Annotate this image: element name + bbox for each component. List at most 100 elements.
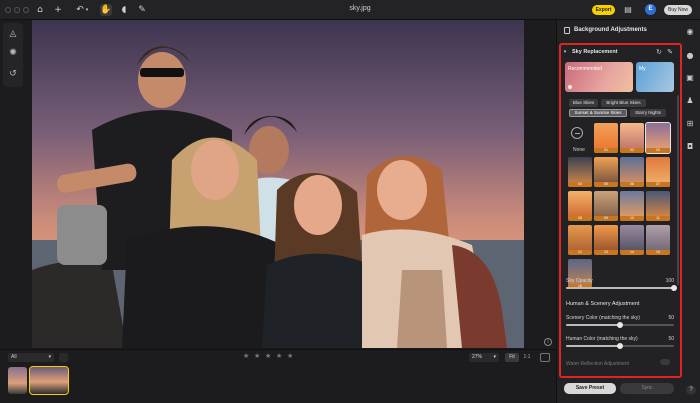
water-reflection-label: Water Reflection Adjustment [566,361,629,367]
sky-tile[interactable]: 07 [646,157,670,187]
rating-star-5[interactable]: ★ [287,352,293,360]
window-zoom-dot[interactable] [23,7,29,13]
share-icon[interactable]: ▤ [622,4,634,16]
fit-button[interactable]: Fit [505,353,519,362]
chip-sunset-sunrise-skies[interactable]: Sunset & Sunrise Skies [569,109,627,117]
edit-icon[interactable]: ✎ [666,48,674,56]
panel-scrollbar[interactable] [677,95,679,285]
sky-tile[interactable]: 15 [646,225,670,255]
water-reflection-toggle[interactable] [660,359,670,365]
sky-tile[interactable]: 13 [594,225,618,255]
chip-starry-nights[interactable]: Starry Nights [630,109,666,117]
ai-enhance-icon[interactable]: ◬ [6,27,20,41]
slider-knob[interactable] [617,343,623,349]
sky-tile-number: 03 [646,148,670,153]
slider-fill [566,345,620,347]
sky-tile-number: 14 [620,250,644,255]
filmstrip-thumbnail-selected[interactable] [29,366,69,395]
sky-tile-number: 04 [568,182,592,187]
slider-fill [566,287,674,289]
sky-tile-number: 08 [568,216,592,221]
document-title: sky.jpg [349,5,371,12]
history-icon[interactable]: ↺ [6,67,20,81]
sky-tile[interactable]: 01 [594,123,618,153]
hand-tool-icon[interactable]: ✋ [100,4,112,16]
crop-icon[interactable]: ⊞ [684,118,696,130]
sky-tile-number: 15 [646,250,670,255]
window-close-dot[interactable] [5,7,11,13]
sky-tile[interactable]: 10 [620,191,644,221]
reset-icon[interactable]: ↻ [655,48,663,56]
save-preset-button[interactable]: Save Preset [564,383,616,394]
chip-bright-blue-skies[interactable]: Bright Blue Skies [601,99,646,107]
sky-tile[interactable]: 12 [568,225,592,255]
zoom-select[interactable]: 27% ▾ [469,353,499,362]
sky-tile-number: 11 [646,216,670,221]
home-icon[interactable]: ⌂ [34,4,46,16]
rating-star-1[interactable]: ★ [243,352,249,360]
section-title: Sky Replacement [572,49,618,55]
my-card[interactable]: My [636,62,674,92]
sky-opacity-slider[interactable] [566,285,677,291]
recommended-card[interactable]: Recommended [565,62,633,92]
retouch-icon[interactable]: ◖ [118,4,130,16]
palette-icon[interactable]: ● [684,50,696,62]
window-minimize-dot[interactable] [14,7,20,13]
photo-canvas[interactable] [32,20,524,348]
sky-tile[interactable]: 08 [568,191,592,221]
card-label: My [639,66,646,72]
avatar[interactable]: E [645,4,656,15]
buy-now-button[interactable]: Buy Now [664,5,692,15]
body-icon[interactable]: ♟ [684,95,696,107]
help-icon[interactable]: ? [686,385,696,395]
eye-icon[interactable]: ◉ [684,26,696,38]
rating-star-2[interactable]: ★ [254,352,260,360]
sort-button[interactable] [59,353,68,362]
adjust-icon[interactable]: ✺ [6,46,20,60]
info-icon[interactable]: i [544,338,552,346]
sky-tile-number: 01 [594,148,618,153]
sky-tile-number: 06 [620,182,644,187]
sky-tile[interactable]: 09 [594,191,618,221]
sky-tile-number: 02 [620,148,644,153]
slider-knob[interactable] [671,285,677,291]
add-icon[interactable]: + [52,4,64,16]
sky-tile[interactable]: 16 [568,259,592,289]
sky-tile[interactable]: 02 [620,123,644,153]
human-color-slider[interactable] [566,343,674,349]
photo [32,20,524,348]
sky-tile[interactable]: 14 [620,225,644,255]
sky-tile[interactable]: 05 [594,157,618,187]
human-color-label: Human Color (matching the sky) [566,336,638,342]
background-icon[interactable]: ▣ [684,72,696,84]
filmstrip-thumbnail[interactable] [8,367,27,394]
one-to-one-button[interactable]: 1:1 [521,353,533,362]
collapse-chevron-icon[interactable]: ▾ [561,48,569,56]
sky-tile-number: 13 [594,250,618,255]
chevron-down-icon: ▾ [48,354,51,360]
rating-star-3[interactable]: ★ [265,352,271,360]
camera-icon[interactable]: ◘ [684,141,696,153]
sky-tile[interactable]: 06 [620,157,644,187]
sky-tile[interactable]: 11 [646,191,670,221]
chip-blue-skies[interactable]: Blue Skies [569,99,598,107]
undo-dropdown-chevron-icon[interactable]: ▾ [84,4,90,16]
brush-icon[interactable]: ✎ [136,4,148,16]
slider-knob[interactable] [617,322,623,328]
sky-tile-number: 09 [594,216,618,221]
sky-tile[interactable]: 04 [568,157,592,187]
filter-select-value: All [11,354,17,360]
export-button[interactable]: Export [592,5,615,15]
sky-tile-number: 05 [594,182,618,187]
rating-star-4[interactable]: ★ [276,352,282,360]
sky-tile[interactable]: 03 [645,122,671,154]
top-toolbar: ⌂ + ↶ ▾ ✋ ◖ ✎ sky.jpg Export ▤ E Buy Now [0,0,700,20]
none-icon[interactable] [571,127,583,139]
sync-button[interactable]: Sync [620,383,674,394]
filter-select[interactable]: All ▾ [8,353,54,362]
compare-icon[interactable] [540,353,550,362]
card-label: Recommended [568,66,602,72]
panel-icon [564,27,570,34]
scenery-color-slider[interactable] [566,322,674,328]
slider-fill [566,324,620,326]
